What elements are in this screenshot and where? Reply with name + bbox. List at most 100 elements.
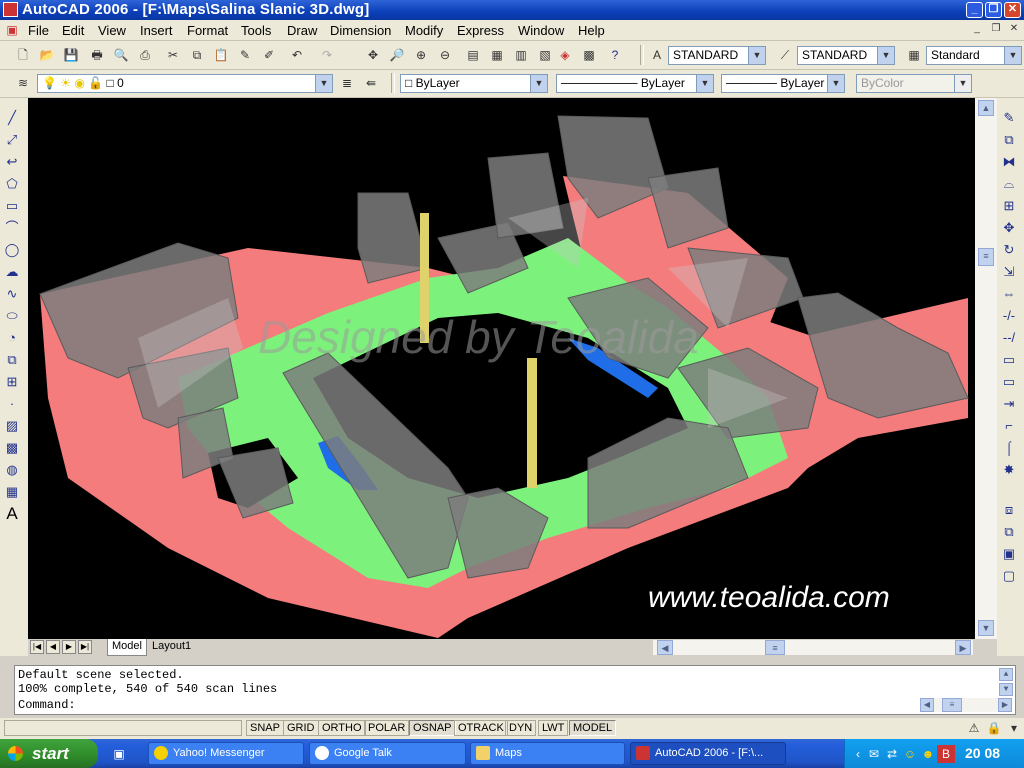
save-icon[interactable]: 💾 [62, 46, 80, 64]
scroll-right-button[interactable]: ▶ [955, 640, 971, 655]
taskbar-yahoo-messenger[interactable]: Yahoo! Messenger [148, 742, 304, 765]
zoom-realtime-icon[interactable]: 🔎 [388, 46, 406, 64]
copy-icon[interactable]: ⧉ [188, 46, 206, 64]
maximize-button[interactable]: ❐ [985, 2, 1002, 18]
stretch-icon[interactable]: ⇔ [999, 284, 1019, 304]
layer-manager-icon[interactable]: ≋ [14, 74, 32, 92]
extend-icon[interactable]: --/ [999, 328, 1019, 348]
make-block-icon[interactable]: ⊞ [2, 372, 22, 392]
scroll-thumb[interactable]: ≡ [978, 248, 994, 266]
scroll-left-button[interactable]: ◀ [657, 640, 673, 655]
plot-style-select[interactable]: ByColor ▼ [856, 74, 972, 93]
layer-previous-icon[interactable]: ⇚ [362, 74, 380, 92]
copy-object-icon[interactable]: ⧉ [999, 130, 1019, 150]
first-tab-button[interactable]: |◀ [30, 640, 44, 654]
pan-realtime-icon[interactable]: ✥ [364, 46, 382, 64]
dyn-toggle[interactable]: DYN [505, 720, 537, 736]
osnap-toggle[interactable]: OSNAP [409, 720, 456, 736]
table-style-select[interactable]: Standard ▼ [926, 46, 1022, 65]
gradient-icon[interactable]: ▩ [2, 438, 22, 458]
gmail-notifier-icon[interactable]: ✉ [865, 745, 883, 763]
document-icon[interactable]: ▣ [3, 21, 21, 39]
scroll-up-button[interactable]: ▲ [978, 100, 994, 116]
doc-close-button[interactable]: ✕ [1007, 23, 1021, 36]
move-icon[interactable]: ✥ [999, 218, 1019, 238]
menu-window[interactable]: Window [518, 23, 564, 38]
next-tab-button[interactable]: ▶ [62, 640, 76, 654]
rotate-icon[interactable]: ↻ [999, 240, 1019, 260]
cut-icon[interactable]: ✂ [164, 46, 182, 64]
command-window[interactable]: Default scene selected. 100% complete, 5… [14, 665, 1016, 715]
join-icon[interactable]: ⇥ [999, 394, 1019, 414]
cmd-horizontal-scrollbar[interactable]: ◀ ≡ ▶ [920, 698, 1012, 712]
layer-select[interactable]: 💡 ☀ ◉ 🔓 □ 0 ▼ [37, 74, 333, 93]
dim-style-icon[interactable]: ⟋ [776, 46, 794, 64]
menu-tools[interactable]: Tools [241, 23, 271, 38]
doc-minimize-button[interactable]: _ [970, 23, 984, 36]
vertical-scrollbar[interactable]: ▲ ≡ ▼ [975, 98, 997, 639]
point-icon[interactable]: · [2, 394, 22, 414]
break-icon[interactable]: ▭ [999, 372, 1019, 392]
send-to-back-icon[interactable]: ⧉ [999, 522, 1019, 542]
drawing-viewport[interactable]: Designed by Teoalida www.teoalida.com [28, 98, 975, 639]
cmd-scroll-left[interactable]: ◀ [920, 698, 934, 712]
network-icon[interactable]: ⇄ [883, 745, 901, 763]
table-icon[interactable]: ▦ [2, 482, 22, 502]
grid-toggle[interactable]: GRID [283, 720, 319, 736]
taskbar-maps-folder[interactable]: Maps [470, 742, 625, 765]
scroll-down-button[interactable]: ▼ [978, 620, 994, 636]
plot-preview-icon[interactable]: 🔍 [112, 46, 130, 64]
hscroll-thumb[interactable]: ≡ [765, 640, 785, 655]
minimize-button[interactable]: _ [966, 2, 983, 18]
dim-style-select[interactable]: STANDARD ▼ [797, 46, 895, 65]
cmd-hscroll-thumb[interactable]: ≡ [942, 698, 962, 712]
menu-format[interactable]: Format [187, 23, 228, 38]
taskbar-autocad[interactable]: AutoCAD 2006 - [F:\... [630, 742, 786, 765]
cmd-scroll-down[interactable]: ▼ [999, 683, 1013, 696]
fillet-icon[interactable]: ⌠ [999, 438, 1019, 458]
prev-tab-button[interactable]: ◀ [46, 640, 60, 654]
new-icon[interactable]: 🗋 [14, 46, 32, 64]
taskbar-google-talk[interactable]: Google Talk [309, 742, 466, 765]
redo-icon[interactable]: ↷ [318, 46, 336, 64]
model-toggle[interactable]: MODEL [569, 720, 617, 736]
menu-file[interactable]: File [28, 23, 49, 38]
text-style-icon[interactable]: A [648, 46, 666, 64]
region-icon[interactable]: ◍ [2, 460, 22, 480]
snap-toggle[interactable]: SNAP [246, 720, 284, 736]
rectangle-icon[interactable]: ▭ [2, 196, 22, 216]
ellipse-arc-icon[interactable]: ◔ [2, 328, 22, 348]
calculator-icon[interactable]: ▩ [580, 46, 598, 64]
lwt-toggle[interactable]: LWT [538, 720, 569, 736]
polyline-icon[interactable]: ↩ [2, 152, 22, 172]
menu-help[interactable]: Help [578, 23, 605, 38]
offset-icon[interactable]: ⌓ [999, 174, 1019, 194]
toolbar-lock-icon[interactable]: 🔒 [985, 719, 1003, 737]
hatch-icon[interactable]: ▨ [2, 416, 22, 436]
properties-icon[interactable]: ▤ [464, 46, 482, 64]
zoom-previous-icon[interactable]: ⊖ [436, 46, 454, 64]
zoom-window-icon[interactable]: ⊕ [412, 46, 430, 64]
otrack-toggle[interactable]: OTRACK [454, 720, 508, 736]
spline-icon[interactable]: ∿ [2, 284, 22, 304]
cmd-scroll-up[interactable]: ▲ [999, 668, 1013, 681]
chamfer-icon[interactable]: ⌐ [999, 416, 1019, 436]
command-prompt[interactable]: Command: [18, 698, 76, 712]
messenger-tray-icon[interactable]: ☺ [901, 745, 919, 763]
explode-icon[interactable]: ✸ [999, 460, 1019, 480]
line-icon[interactable]: ╱ [2, 108, 22, 128]
help-icon[interactable]: ? [606, 46, 624, 64]
tab-model[interactable]: Model [107, 639, 147, 656]
menu-view[interactable]: View [98, 23, 126, 38]
revision-cloud-icon[interactable]: ☁ [2, 262, 22, 282]
make-current-layer-icon[interactable]: ≣ [338, 74, 356, 92]
menu-dimension[interactable]: Dimension [330, 23, 391, 38]
construction-line-icon[interactable]: ⤢ [2, 130, 22, 150]
horizontal-scrollbar[interactable]: ◀ ≡ ▶ [653, 640, 973, 655]
last-tab-button[interactable]: ▶| [78, 640, 92, 654]
ellipse-icon[interactable]: ⬭ [2, 306, 22, 326]
show-desktop-icon[interactable]: ▣ [110, 745, 128, 763]
paste-icon[interactable]: 📋 [212, 46, 230, 64]
design-center-icon[interactable]: ▦ [488, 46, 506, 64]
menu-express[interactable]: Express [457, 23, 504, 38]
